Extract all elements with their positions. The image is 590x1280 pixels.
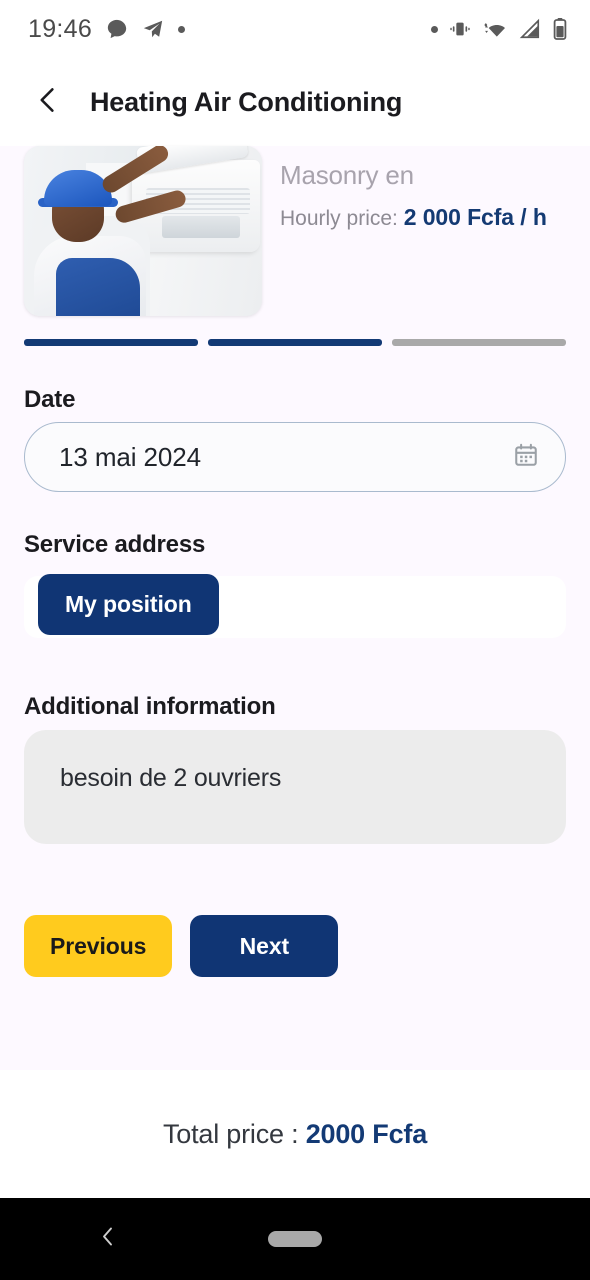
system-home-pill[interactable]: [268, 1231, 322, 1247]
my-position-button[interactable]: My position: [38, 574, 219, 635]
telegram-send-icon: [142, 18, 164, 40]
chat-bubble-icon: [106, 18, 128, 40]
date-value: 13 mai 2024: [59, 441, 202, 472]
technician-overall: [56, 258, 140, 316]
wifi-icon: [482, 18, 508, 40]
service-summary-card: Masonry en Hourly price: 2 000 Fcfa / h: [0, 146, 590, 316]
previous-button[interactable]: Previous: [24, 915, 173, 977]
additional-information-textarea[interactable]: besoin de 2 ouvriers: [24, 730, 566, 844]
status-bar-right: [431, 17, 568, 41]
phone-screen: 19:46 Heating Air Conditioning Masonry e…: [0, 0, 590, 1280]
service-photo: [24, 146, 262, 316]
booking-form: Masonry en Hourly price: 2 000 Fcfa / h …: [0, 146, 590, 1070]
system-back-button[interactable]: [96, 1225, 120, 1254]
android-navigation-bar: [0, 1198, 590, 1280]
back-button[interactable]: [12, 66, 84, 138]
status-bar: 19:46: [0, 0, 590, 58]
additional-information-value: besoin de 2 ouvriers: [60, 764, 282, 792]
next-button[interactable]: Next: [190, 915, 339, 977]
total-price-text: Total price : 2000 Fcfa: [163, 1119, 427, 1150]
dot-icon: [431, 25, 438, 33]
vibrate-icon: [449, 18, 471, 40]
page-title: Heating Air Conditioning: [90, 86, 403, 117]
service-price-row: Hourly price: 2 000 Fcfa / h: [280, 204, 547, 231]
status-bar-clock: 19:46: [28, 14, 93, 43]
app-header: Heating Air Conditioning: [0, 58, 590, 146]
signal-icon: [519, 18, 541, 40]
service-info: Masonry en Hourly price: 2 000 Fcfa / h: [280, 146, 547, 316]
date-label: Date: [24, 386, 76, 413]
form-actions: Previous Next: [24, 915, 339, 977]
service-address-label: Service address: [24, 531, 206, 558]
calendar-icon[interactable]: [513, 442, 539, 473]
total-price-bar: Total price : 2000 Fcfa: [0, 1070, 590, 1198]
battery-icon: [552, 17, 568, 41]
ac-vent: [162, 216, 240, 238]
step-segment-2: [208, 339, 382, 346]
total-price-label: Total price :: [162, 1118, 306, 1149]
hourly-price-label: Hourly price:: [280, 207, 398, 230]
step-segment-3: [392, 339, 566, 346]
date-input[interactable]: 13 mai 2024: [24, 422, 566, 492]
status-bar-left: 19:46: [28, 14, 186, 44]
hourly-price-value: 2 000 Fcfa / h: [403, 204, 547, 230]
step-segment-1: [24, 339, 198, 346]
additional-information-label: Additional information: [24, 693, 276, 720]
chevron-left-icon: [33, 85, 63, 120]
dot-icon: [178, 25, 186, 33]
step-progress: [24, 339, 566, 346]
total-price-value: 2000 Fcfa: [305, 1118, 428, 1149]
service-name: Masonry en: [280, 160, 414, 190]
